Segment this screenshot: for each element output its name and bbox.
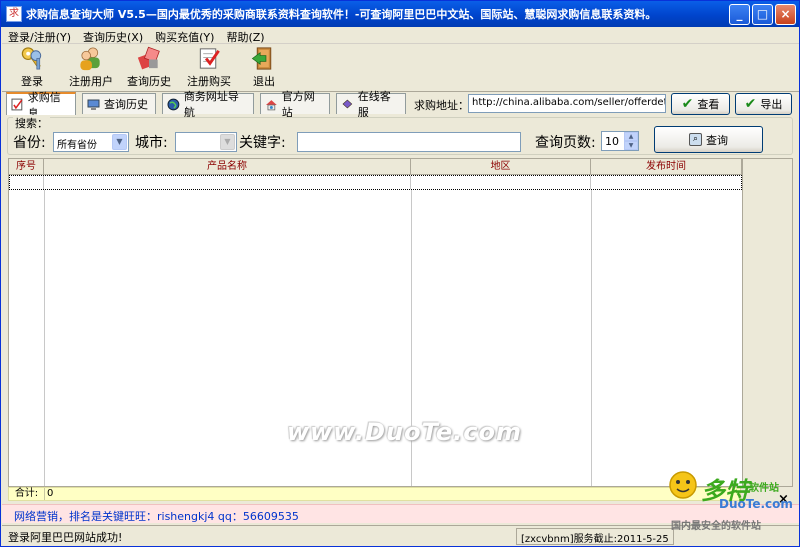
minimize-button[interactable]: _ xyxy=(729,4,750,25)
province-select[interactable]: 所有省份 ▼ xyxy=(53,132,129,152)
view-button-label: 查看 xyxy=(697,98,720,111)
table-empty-area xyxy=(742,159,792,486)
toolbar-exit-button[interactable]: 退出 xyxy=(240,45,288,92)
menu-help[interactable]: 帮助(Z) xyxy=(220,27,270,44)
table-cell xyxy=(411,176,591,189)
menu-query-history[interactable]: 查询历史(X) xyxy=(77,27,149,44)
total-label: 合计: xyxy=(9,488,45,500)
menu-login-register[interactable]: 登录/注册(Y) xyxy=(2,27,77,44)
chevron-down-icon[interactable]: ▼ xyxy=(112,134,127,150)
app-window: 求 求购信息查询大师 V5.5—国内最优秀的采购商联系资料查询软件！-可查询阿里… xyxy=(0,0,800,547)
spin-up-icon[interactable]: ▲ xyxy=(624,132,638,141)
table-header: 序号 产品名称 地区 发布时间 xyxy=(9,159,742,175)
export-button-label: 导出 xyxy=(760,98,783,111)
tab-official-site[interactable]: 官方网站 xyxy=(260,90,330,119)
toolbar-login-label: 登录 xyxy=(21,75,43,88)
service-expiry: [zxcvbnm]服务截止:2011-5-25 xyxy=(516,528,674,545)
export-button[interactable]: ✔ 导出 xyxy=(735,93,792,115)
column-header-index[interactable]: 序号 xyxy=(9,159,44,175)
results-table[interactable]: 序号 产品名称 地区 发布时间 www.DuoTe.com xyxy=(8,158,793,487)
tabs-row: 求购信息 查询历史 商务网址导航 官方网站 在线客服 求购地址： http://… xyxy=(2,90,799,120)
chat-icon xyxy=(342,99,353,108)
pages-input[interactable]: 10 ▲ ▼ xyxy=(601,131,639,151)
home-icon xyxy=(265,99,277,110)
history-icon xyxy=(137,46,160,70)
city-select[interactable]: ▼ xyxy=(175,132,237,152)
mascot-icon xyxy=(669,471,697,499)
province-label: 省份: xyxy=(13,135,46,151)
window-title: 求购信息查询大师 V5.5—国内最优秀的采购商联系资料查询软件！-可查询阿里巴巴… xyxy=(26,8,657,21)
app-icon: 求 xyxy=(6,6,22,22)
search-icon: ⌕ xyxy=(689,133,702,146)
column-header-date[interactable]: 发布时间 xyxy=(591,159,742,175)
column-header-product[interactable]: 产品名称 xyxy=(44,159,411,175)
query-button-label: 查询 xyxy=(706,133,728,147)
toolbar-login-button[interactable]: 登录 xyxy=(2,45,62,92)
toolbar-purchase-button[interactable]: 注册购买 xyxy=(178,45,240,92)
province-value: 所有省份 xyxy=(57,140,97,151)
url-input[interactable]: http://china.alibaba.com/seller/offerdet… xyxy=(468,94,666,113)
tab-label: 查询历史 xyxy=(104,98,148,111)
check-icon: ✔ xyxy=(681,96,694,112)
toolbar-exit-label: 退出 xyxy=(253,75,275,88)
toolbar: 登录 注册用户 查询历史 注册购买 退出 xyxy=(2,45,799,92)
toolbar-register-label: 注册用户 xyxy=(69,75,113,88)
keyword-label: 关键字: xyxy=(239,135,286,151)
menu-bar: 登录/注册(Y) 查询历史(X) 购买充值(Y) 帮助(Z) xyxy=(2,27,799,44)
ad-link[interactable]: 网络营销，排名是关键旺旺：rishengkj4 qq：56609535 xyxy=(14,508,299,524)
city-label: 城市: xyxy=(135,135,168,151)
keys-icon xyxy=(21,47,42,70)
toolbar-history-button[interactable]: 查询历史 xyxy=(120,45,178,92)
table-cell xyxy=(44,176,411,189)
table-cell xyxy=(10,176,44,189)
table-cell xyxy=(591,176,741,189)
tab-label: 在线客服 xyxy=(357,90,391,119)
tab-business-nav[interactable]: 商务网址导航 xyxy=(162,90,254,119)
globe-icon xyxy=(167,98,180,110)
status-message: 登录阿里巴巴网站成功! xyxy=(8,531,123,544)
users-icon xyxy=(80,47,100,71)
toolbar-register-button[interactable]: 注册用户 xyxy=(62,45,120,92)
chevron-down-icon[interactable]: ▼ xyxy=(220,134,235,150)
title-bar[interactable]: 求 求购信息查询大师 V5.5—国内最优秀的采购商联系资料查询软件！-可查询阿里… xyxy=(1,1,799,27)
column-header-region[interactable]: 地区 xyxy=(411,159,591,175)
column-divider xyxy=(591,190,592,486)
check-icon: ✔ xyxy=(744,96,757,112)
pages-value: 10 xyxy=(605,135,619,148)
table-row[interactable] xyxy=(9,175,742,190)
tab-label: 商务网址导航 xyxy=(183,90,239,119)
column-divider xyxy=(44,190,45,486)
tab-purchase-info[interactable]: 求购信息 xyxy=(6,91,76,120)
toolbar-history-label: 查询历史 xyxy=(127,75,171,88)
document-icon xyxy=(11,98,23,111)
menu-purchase[interactable]: 购买充值(Y) xyxy=(149,27,220,44)
total-value: 0 xyxy=(47,488,54,499)
tab-online-service[interactable]: 在线客服 xyxy=(336,90,406,119)
close-button[interactable]: × xyxy=(775,4,796,25)
maximize-button[interactable]: □ xyxy=(752,4,773,25)
watermark: www.DuoTe.com xyxy=(287,418,522,446)
keyword-input[interactable] xyxy=(297,132,521,152)
logo-sub: 软件站 xyxy=(749,483,779,494)
url-label: 求购地址： xyxy=(414,99,469,112)
query-button[interactable]: ⌕ 查询 xyxy=(654,126,763,153)
duote-logo: 多特 软件站 DuoTe.com 国内最安全的软件站 xyxy=(665,467,797,533)
tab-query-history[interactable]: 查询历史 xyxy=(82,93,156,114)
spin-down-icon[interactable]: ▼ xyxy=(624,141,638,150)
computer-icon xyxy=(87,99,100,110)
pages-label: 查询页数: xyxy=(535,135,596,151)
purchase-icon xyxy=(199,48,220,69)
tab-label: 官方网站 xyxy=(281,90,315,119)
exit-icon xyxy=(251,47,272,70)
total-bar: 合计: 0 xyxy=(8,487,741,501)
view-button[interactable]: ✔ 查看 xyxy=(671,93,730,115)
search-group-label: 搜索： xyxy=(13,115,50,131)
logo-slogan: 国内最安全的软件站 xyxy=(671,521,761,532)
pages-spinner[interactable]: ▲ ▼ xyxy=(624,132,638,150)
toolbar-purchase-label: 注册购买 xyxy=(187,75,231,88)
logo-url: DuoTe.com xyxy=(719,497,793,511)
